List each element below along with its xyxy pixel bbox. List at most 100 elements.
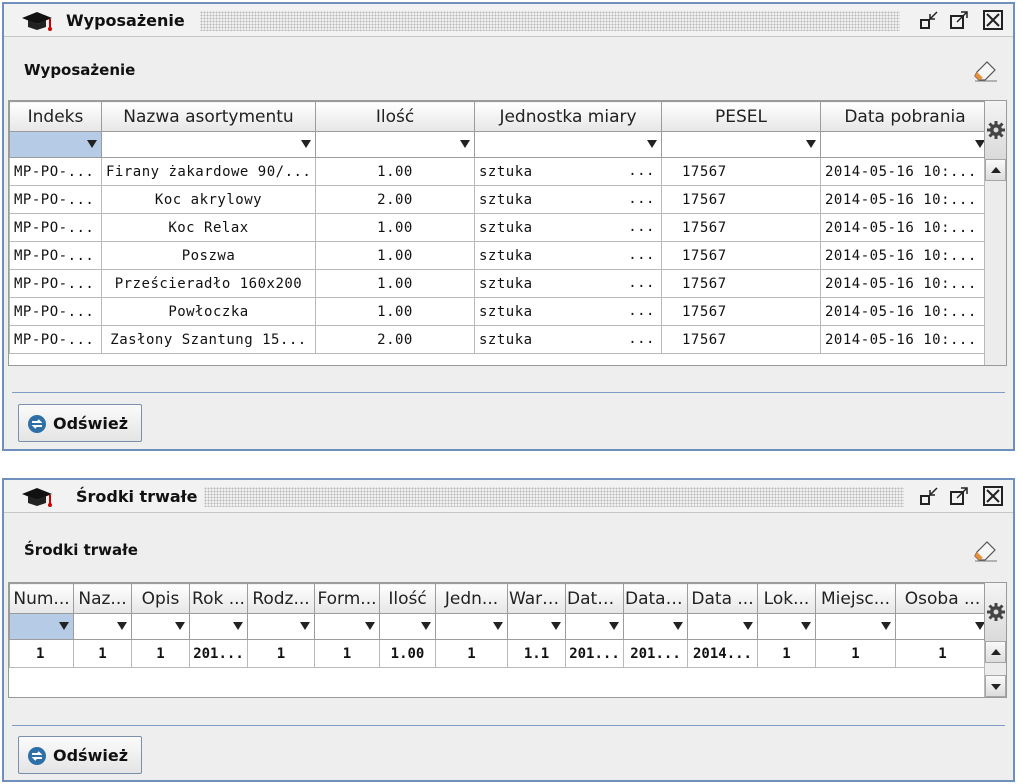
filter-dropdown[interactable] bbox=[314, 613, 380, 640]
column-header[interactable]: Naz... bbox=[73, 583, 132, 614]
unit-ellipsis: ... bbox=[628, 331, 655, 347]
column-header[interactable]: Rok ... bbox=[189, 583, 248, 614]
column-header[interactable]: Miejsc... bbox=[815, 583, 896, 614]
column-header[interactable]: Osoba ... bbox=[895, 583, 990, 614]
filter-dropdown[interactable] bbox=[101, 131, 316, 158]
column-header-nazwa[interactable]: Nazwa asortymentu bbox=[101, 101, 316, 132]
table-row[interactable]: 1 1 1 201... 1 1 1.00 1 1.1 201... 201..… bbox=[9, 639, 990, 668]
cell-jednostka: sztuka... bbox=[474, 241, 662, 270]
column-header[interactable]: Data ... bbox=[687, 583, 758, 614]
filter-dropdown[interactable] bbox=[687, 613, 758, 640]
title-bar-grip bbox=[200, 11, 900, 31]
filter-dropdown[interactable] bbox=[435, 613, 508, 640]
column-header-ilosc[interactable]: Ilość bbox=[315, 101, 475, 132]
cell-pesel: 17567 bbox=[661, 325, 821, 354]
dropdown-arrow-icon bbox=[551, 622, 561, 630]
cell-ilosc: 1.00 bbox=[315, 269, 475, 298]
unit-ellipsis: ... bbox=[628, 219, 655, 235]
unit-ellipsis: ... bbox=[628, 191, 655, 207]
table-row[interactable]: MP-PO-... Prześcieradło 160x200 1.00 szt… bbox=[9, 269, 990, 298]
dropdown-arrow-icon bbox=[647, 140, 657, 148]
filter-dropdown[interactable] bbox=[815, 613, 896, 640]
eraser-icon[interactable] bbox=[973, 538, 999, 562]
filter-dropdown[interactable] bbox=[379, 613, 436, 640]
filter-dropdown[interactable] bbox=[189, 613, 248, 640]
filter-dropdown[interactable] bbox=[757, 613, 816, 640]
column-header-pesel[interactable]: PESEL bbox=[661, 101, 821, 132]
gear-icon bbox=[987, 121, 1005, 139]
table-cell: 1.00 bbox=[379, 639, 436, 668]
refresh-icon bbox=[28, 747, 46, 765]
column-header[interactable]: Lok... bbox=[757, 583, 816, 614]
filter-dropdown[interactable] bbox=[661, 131, 821, 158]
eraser-icon[interactable] bbox=[973, 58, 999, 82]
cell-indeks: MP-PO-... bbox=[9, 241, 102, 270]
unit-text: sztuka bbox=[479, 303, 533, 320]
vertical-scrollbar[interactable] bbox=[984, 159, 1006, 365]
unit-ellipsis: ... bbox=[628, 275, 655, 291]
table-cell: 1 bbox=[247, 639, 315, 668]
close-icon[interactable] bbox=[983, 10, 1003, 30]
filter-dropdown[interactable] bbox=[565, 613, 624, 640]
column-header[interactable]: Opis bbox=[131, 583, 190, 614]
arrow-up-icon bbox=[991, 167, 1001, 173]
table-row[interactable]: MP-PO-... Zasłony Szantung 15... 2.00 sz… bbox=[9, 325, 990, 354]
table-row[interactable]: MP-PO-... Firany żakardowe 90/... 1.00 s… bbox=[9, 157, 990, 186]
table-row[interactable]: MP-PO-... Koc Relax 1.00 sztuka... 17567… bbox=[9, 213, 990, 242]
column-header[interactable]: Data ... bbox=[623, 583, 688, 614]
filter-dropdown[interactable] bbox=[474, 131, 662, 158]
column-header[interactable]: Jedn... bbox=[435, 583, 508, 614]
cell-indeks: MP-PO-... bbox=[9, 185, 102, 214]
column-settings-button[interactable] bbox=[984, 583, 1006, 641]
filter-dropdown[interactable] bbox=[820, 131, 990, 158]
dropdown-arrow-icon bbox=[300, 622, 310, 630]
filter-dropdown[interactable] bbox=[507, 613, 566, 640]
column-header-jednostka[interactable]: Jednostka miary bbox=[474, 101, 662, 132]
minimize-icon[interactable] bbox=[919, 486, 939, 506]
scroll-up-button[interactable] bbox=[985, 159, 1006, 181]
title-bar[interactable]: Wyposażenie bbox=[4, 4, 1013, 37]
column-header[interactable]: Data... bbox=[565, 583, 624, 614]
column-header[interactable]: Num... bbox=[9, 583, 74, 614]
maximize-icon[interactable] bbox=[949, 10, 969, 30]
refresh-button[interactable]: Odśwież bbox=[18, 736, 142, 774]
dropdown-arrow-icon bbox=[365, 622, 375, 630]
cell-ilosc: 1.00 bbox=[315, 297, 475, 326]
filter-dropdown[interactable] bbox=[315, 131, 475, 158]
filter-dropdown[interactable] bbox=[623, 613, 688, 640]
column-header[interactable]: Ilość bbox=[379, 583, 436, 614]
column-header-data[interactable]: Data pobrania bbox=[820, 101, 990, 132]
filter-dropdown[interactable] bbox=[895, 613, 990, 640]
column-header-indeks[interactable]: Indeks bbox=[9, 101, 102, 132]
close-icon[interactable] bbox=[983, 486, 1003, 506]
maximize-icon[interactable] bbox=[949, 486, 969, 506]
minimize-icon[interactable] bbox=[919, 10, 939, 30]
column-settings-button[interactable] bbox=[984, 101, 1006, 159]
cell-data: 2014-05-16 10:... bbox=[820, 325, 990, 354]
filter-dropdown[interactable] bbox=[131, 613, 190, 640]
filter-dropdown[interactable] bbox=[247, 613, 315, 640]
table-row[interactable]: MP-PO-... Poszwa 1.00 sztuka... 17567 20… bbox=[9, 241, 990, 270]
table-row[interactable]: MP-PO-... Koc akrylowy 2.00 sztuka... 17… bbox=[9, 185, 990, 214]
dropdown-arrow-icon bbox=[673, 622, 683, 630]
filter-dropdown[interactable] bbox=[9, 613, 74, 640]
title-bar[interactable]: Środki trwałe bbox=[4, 480, 1013, 513]
filter-dropdown[interactable] bbox=[73, 613, 132, 640]
cell-pesel: 17567 bbox=[661, 269, 821, 298]
refresh-button[interactable]: Odśwież bbox=[18, 404, 142, 442]
cell-data: 2014-05-16 10:... bbox=[820, 241, 990, 270]
panel-srodki-trwale: Środki trwałe Środki trwałe Num... Naz..… bbox=[2, 478, 1015, 782]
window-title: Środki trwałe bbox=[76, 487, 204, 506]
dropdown-arrow-icon bbox=[117, 622, 127, 630]
cell-data: 2014-05-16 10:... bbox=[820, 157, 990, 186]
dropdown-arrow-icon bbox=[233, 622, 243, 630]
table-row[interactable]: MP-PO-... Powłoczka 1.00 sztuka... 17567… bbox=[9, 297, 990, 326]
scroll-up-button[interactable] bbox=[985, 641, 1006, 663]
scroll-down-button[interactable] bbox=[985, 675, 1006, 697]
column-header[interactable]: Rodz... bbox=[247, 583, 315, 614]
vertical-scrollbar[interactable] bbox=[984, 641, 1006, 697]
column-header[interactable]: Wart... bbox=[507, 583, 566, 614]
filter-dropdown[interactable] bbox=[9, 131, 102, 158]
panel-heading: Środki trwałe bbox=[24, 541, 138, 559]
column-header[interactable]: Form... bbox=[314, 583, 380, 614]
